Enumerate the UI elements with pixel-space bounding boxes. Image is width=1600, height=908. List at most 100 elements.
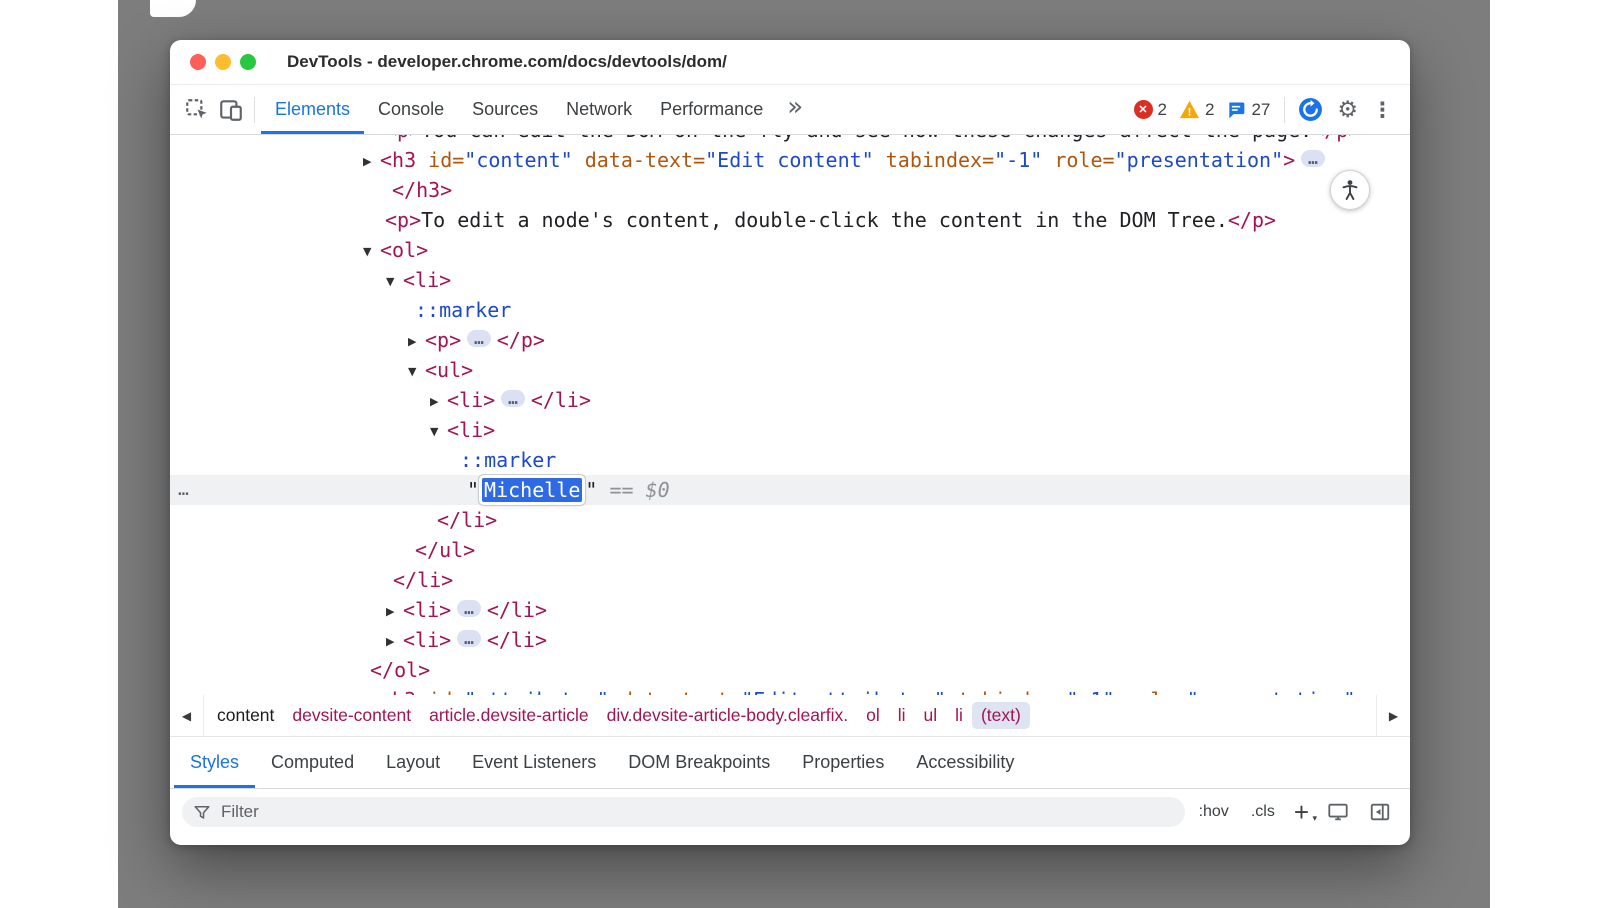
dom-token-val: "Edit content" — [705, 148, 874, 172]
dom-tree-row[interactable]: <p>To edit a node's content, double-clic… — [170, 205, 1410, 235]
tab-performance[interactable]: Performance — [646, 85, 777, 134]
error-x-glyph: ✕ — [1138, 103, 1147, 116]
new-style-rule-button[interactable]: + ▾ — [1289, 799, 1314, 825]
collapsed-arrow-icon[interactable]: ▶ — [408, 327, 425, 357]
dom-tree-row[interactable]: ▶<h3 id="content" data-text="Edit conten… — [170, 145, 1410, 175]
toggle-device-toolbar-button[interactable] — [214, 93, 248, 127]
inline-expand-icon[interactable]: … — [1301, 150, 1325, 167]
dom-tree-row[interactable]: </h3> — [170, 175, 1410, 205]
dom-tree-row[interactable]: </ol> — [170, 655, 1410, 685]
dom-tree-row[interactable]: ▶<p>…</p> — [170, 325, 1410, 355]
accessibility-floating-button[interactable] — [1330, 170, 1370, 210]
dom-tree-row[interactable]: ▶<h3 id="attributes" data-text="Edit att… — [170, 685, 1410, 695]
inspect-cursor-icon — [184, 97, 210, 123]
tab-console[interactable]: Console — [364, 85, 458, 134]
sidebar-tab-event-listeners[interactable]: Event Listeners — [456, 737, 612, 788]
expanded-arrow-icon[interactable]: ▼ — [430, 417, 447, 447]
dom-token-tag: <p> — [385, 208, 421, 232]
dom-tree-row[interactable]: ▶<li>…</li> — [170, 625, 1410, 655]
sidebar-tab-layout[interactable]: Layout — [370, 737, 456, 788]
dom-tree-row[interactable]: ▶<li>…</li> — [170, 595, 1410, 625]
dom-token-attr: id= — [416, 148, 464, 172]
tab-network[interactable]: Network — [552, 85, 646, 134]
more-panels-button[interactable]: » — [777, 94, 813, 126]
breadcrumb-scroll-right-button[interactable]: ▶ — [1376, 695, 1410, 736]
collapsed-arrow-icon[interactable]: ▶ — [363, 147, 380, 177]
breadcrumb-item[interactable]: article.devsite-article — [420, 702, 598, 729]
element-classes-button[interactable]: .cls — [1243, 803, 1283, 821]
issues-badge[interactable]: 27 — [1222, 100, 1278, 120]
inline-expand-icon[interactable]: … — [501, 390, 525, 407]
dom-tree-row[interactable]: ▼<li> — [170, 265, 1410, 295]
breadcrumb-item[interactable]: ol — [857, 702, 889, 729]
settings-button[interactable]: ⚙ — [1330, 97, 1365, 123]
chevron-left-icon: ◀ — [182, 709, 191, 723]
breadcrumb-item[interactable]: li — [889, 702, 915, 729]
breadcrumb-item[interactable]: div.devsite-article-body.clearfix. — [598, 702, 858, 729]
dom-tree-row[interactable]: ▶<li>…</li> — [170, 385, 1410, 415]
sidebar-tab-styles[interactable]: Styles — [174, 737, 255, 788]
dom-token-attr: role= — [1042, 148, 1114, 172]
inspect-element-button[interactable] — [180, 93, 214, 127]
dom-tree-row[interactable]: </li> — [170, 505, 1410, 535]
warnings-badge[interactable]: ! 2 — [1175, 100, 1222, 120]
error-icon: ✕ — [1134, 100, 1153, 119]
dom-tree-row[interactable]: <p>You can edit the DOM on the fly and s… — [170, 135, 1410, 145]
expanded-arrow-icon[interactable]: ▼ — [408, 357, 425, 387]
dom-token-tag: <li> — [447, 388, 495, 412]
dom-tree-row[interactable]: ::marker — [170, 295, 1410, 325]
rendering-emulation-button[interactable] — [1320, 801, 1356, 823]
editing-text-node-selection[interactable]: Michelle — [482, 478, 582, 502]
main-menu-button[interactable]: ⋮ — [1365, 98, 1400, 122]
dom-tree-row[interactable]: ::marker — [170, 445, 1410, 475]
minimize-window-button[interactable] — [215, 54, 231, 70]
dom-tree-row[interactable]: ▼<li> — [170, 415, 1410, 445]
zoom-window-button[interactable] — [240, 54, 256, 70]
dom-token-tag: <ul> — [425, 358, 473, 382]
sidebar-tab-properties[interactable]: Properties — [786, 737, 900, 788]
dom-token-tag: </h3> — [392, 178, 452, 202]
collapsed-arrow-icon[interactable]: ▶ — [386, 597, 403, 627]
breadcrumb-item[interactable]: devsite-content — [283, 702, 420, 729]
inline-expand-icon[interactable]: … — [457, 630, 481, 647]
collapsed-arrow-icon[interactable]: ▶ — [363, 687, 380, 695]
sync-circle-icon — [1298, 97, 1323, 122]
tab-elements[interactable]: Elements — [261, 85, 364, 134]
toggle-element-state-button[interactable]: :hov — [1191, 803, 1237, 821]
dom-tree-row-selected[interactable]: …"Michelle" == $0 — [170, 475, 1410, 505]
status-badges: ✕ 2 ! 2 27 — [1130, 97, 1400, 123]
inline-expand-icon[interactable]: … — [457, 600, 481, 617]
dom-tree-row[interactable]: </ul> — [170, 535, 1410, 565]
dom-token-tag: </p> — [497, 328, 545, 352]
collapsed-arrow-icon[interactable]: ▶ — [430, 387, 447, 417]
dom-tree-row[interactable]: ▼<ul> — [170, 355, 1410, 385]
background-window-corner — [150, 0, 196, 17]
dom-tree-row[interactable]: ▼<ol> — [170, 235, 1410, 265]
dom-token-tag: </li> — [437, 508, 497, 532]
expanded-arrow-icon[interactable]: ▼ — [386, 267, 403, 297]
sidebar-tab-accessibility[interactable]: Accessibility — [900, 737, 1030, 788]
errors-badge[interactable]: ✕ 2 — [1130, 100, 1175, 120]
breadcrumb-item[interactable]: li — [946, 702, 972, 729]
toolbar-divider — [1284, 97, 1285, 123]
sidebar-tab-computed[interactable]: Computed — [255, 737, 370, 788]
collapsed-arrow-icon[interactable]: ▶ — [386, 627, 403, 657]
expanded-arrow-icon[interactable]: ▼ — [363, 237, 380, 267]
breadcrumb-bar: ◀ contentdevsite-contentarticle.devsite-… — [170, 695, 1410, 737]
dom-token-tag: </li> — [393, 568, 453, 592]
toggle-sidebar-button[interactable] — [1362, 801, 1398, 823]
breadcrumb-item[interactable]: content — [208, 702, 283, 729]
close-window-button[interactable] — [190, 54, 206, 70]
dom-token-tag: <li> — [403, 268, 451, 292]
tab-sources[interactable]: Sources — [458, 85, 552, 134]
breadcrumb-scroll-left-button[interactable]: ◀ — [170, 695, 204, 736]
inline-expand-icon[interactable]: … — [467, 330, 491, 347]
breadcrumb-item[interactable]: ul — [915, 702, 947, 729]
dom-token-tag: > — [1283, 148, 1295, 172]
styles-filter-field[interactable] — [182, 797, 1185, 827]
dom-tree-row[interactable]: </li> — [170, 565, 1410, 595]
sync-extension-button[interactable] — [1291, 97, 1330, 122]
sidebar-tab-dom-breakpoints[interactable]: DOM Breakpoints — [612, 737, 786, 788]
breadcrumb-item-selected[interactable]: (text) — [972, 702, 1030, 729]
styles-filter-input[interactable] — [219, 801, 1174, 823]
